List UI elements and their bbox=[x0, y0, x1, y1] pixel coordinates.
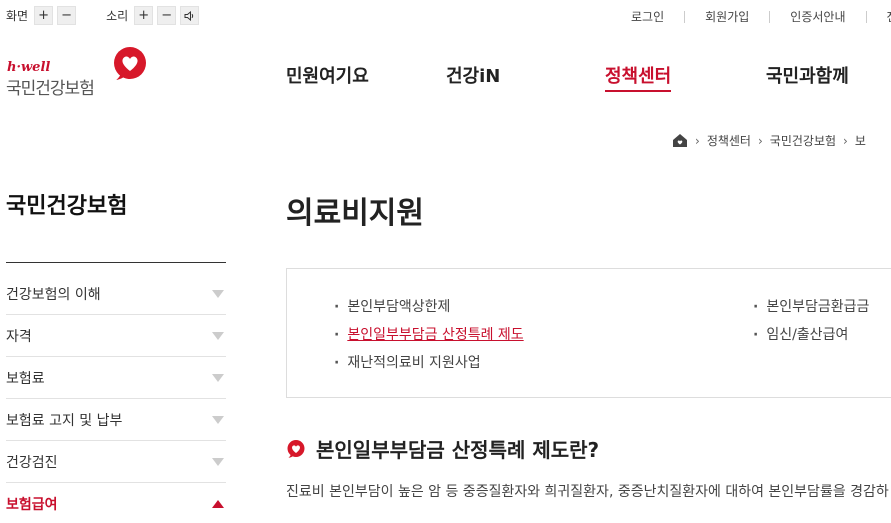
full-menu-link[interactable]: 전 bbox=[887, 8, 891, 25]
section-heading: 본인일부부담금 산정특례 제도란? bbox=[286, 434, 599, 463]
sidebar-item-eligibility[interactable]: 자격 bbox=[6, 315, 226, 357]
accessibility-controls: 화면 + − 소리 + − bbox=[6, 6, 203, 25]
nav-with-people[interactable]: 국민과함께 bbox=[766, 62, 849, 88]
signup-link[interactable]: 회원가입 bbox=[705, 8, 749, 25]
login-link[interactable]: 로그인 bbox=[631, 8, 664, 25]
sidebar-menu: 건강보험의 이해 자격 보험료 보험료 고지 및 납부 건강검진 보험급여 bbox=[6, 273, 226, 523]
page-title: 의료비지원 bbox=[286, 196, 424, 231]
submenu-box: 본인부담액상한제 본인일부부담금 산정특례 제도 재난적의료비 지원사업 본인부… bbox=[286, 268, 891, 398]
sidebar-item-billing-payment[interactable]: 보험료 고지 및 납부 bbox=[6, 399, 226, 441]
volume-up-button[interactable]: + bbox=[134, 6, 154, 25]
nav-policy-center[interactable]: 정책센터 bbox=[605, 62, 672, 92]
sidebar-item-understanding[interactable]: 건강보험의 이해 bbox=[6, 273, 226, 315]
sidebar-item-label: 보험료 bbox=[6, 370, 45, 387]
sidebar-item-premium[interactable]: 보험료 bbox=[6, 357, 226, 399]
sidebar-item-label: 자격 bbox=[6, 328, 32, 345]
sidebar-item-label: 건강검진 bbox=[6, 454, 58, 471]
breadcrumb-item[interactable]: 국민건강보험 bbox=[770, 132, 836, 149]
volume-down-button[interactable]: − bbox=[157, 6, 177, 25]
expand-arrow-icon bbox=[212, 415, 224, 424]
certificate-guide-link[interactable]: 인증서안내 bbox=[790, 8, 845, 25]
link-pregnancy-childbirth[interactable]: 임신/출산급여 bbox=[753, 324, 848, 344]
sidebar-item-label: 건강보험의 이해 bbox=[6, 286, 101, 303]
sidebar-title: 국민건강보험 bbox=[6, 194, 128, 219]
sidebar-item-health-checkup[interactable]: 건강검진 bbox=[6, 441, 226, 483]
zoom-in-button[interactable]: + bbox=[34, 6, 54, 25]
expand-arrow-icon bbox=[212, 331, 224, 340]
expand-arrow-icon bbox=[212, 373, 224, 382]
sound-label: 소리 bbox=[106, 9, 129, 23]
breadcrumb-item[interactable]: 보 bbox=[855, 132, 866, 149]
link-copay-refund[interactable]: 본인부담금환급금 bbox=[753, 296, 869, 316]
chevron-right-icon: › bbox=[757, 133, 763, 148]
expand-arrow-icon bbox=[212, 289, 224, 298]
chevron-right-icon: › bbox=[843, 133, 848, 148]
sidebar-item-label: 보험료 고지 및 납부 bbox=[6, 412, 123, 429]
breadcrumb: › 정책센터 › 국민건강보험 › 보 bbox=[672, 132, 866, 149]
nav-health-in[interactable]: 건강iN bbox=[446, 62, 500, 88]
utility-bar: 화면 + − 소리 + − 로그인 회원가입 인증서안내 전 bbox=[0, 0, 891, 32]
heart-bullet-icon bbox=[287, 439, 305, 458]
link-copay-ceiling[interactable]: 본인부담액상한제 bbox=[334, 296, 450, 316]
main-navigation: 민원여기요 건강iN 정책센터 국민과함께 bbox=[0, 62, 891, 92]
nav-civil-service[interactable]: 민원여기요 bbox=[286, 62, 369, 88]
screen-size-label: 화면 bbox=[6, 9, 29, 23]
section-title: 본인일부부담금 산정특례 제도란? bbox=[316, 438, 600, 462]
zoom-out-button[interactable]: − bbox=[57, 6, 77, 25]
collapse-arrow-icon bbox=[212, 500, 224, 508]
link-copay-special-case[interactable]: 본인일부부담금 산정특례 제도 bbox=[334, 324, 523, 344]
chevron-right-icon: › bbox=[695, 133, 700, 148]
expand-arrow-icon bbox=[212, 457, 224, 466]
link-catastrophic-medical-support[interactable]: 재난적의료비 지원사업 bbox=[334, 352, 480, 372]
sidebar-divider bbox=[6, 262, 226, 263]
sidebar-item-benefits[interactable]: 보험급여 bbox=[6, 483, 226, 523]
member-links: 로그인 회원가입 인증서안내 전 bbox=[600, 8, 891, 25]
breadcrumb-item[interactable]: 정책센터 bbox=[707, 132, 751, 149]
section-description: 진료비 본인부담이 높은 암 등 중증질환자와 희귀질환자, 중증난치질환자에 … bbox=[286, 484, 889, 500]
home-icon[interactable] bbox=[672, 133, 688, 148]
speaker-icon[interactable] bbox=[180, 6, 200, 25]
sidebar-item-label: 보험급여 bbox=[6, 497, 58, 513]
